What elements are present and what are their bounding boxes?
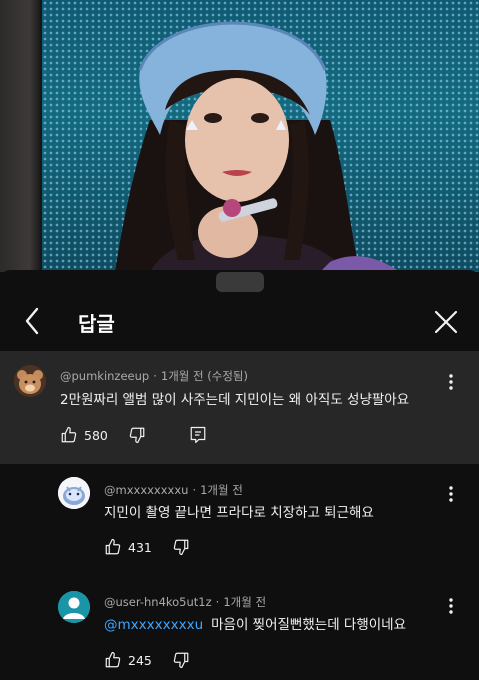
like-count: 431 bbox=[128, 539, 152, 555]
reply-body: 마음이 찢어질뻔했는데 다행이네요 bbox=[211, 617, 407, 633]
comment-text: 지민이 촬영 끝나면 프라다로 치장하고 퇴근해요 bbox=[104, 505, 374, 521]
more-vert-icon[interactable] bbox=[446, 597, 456, 615]
like-button[interactable]: 245 bbox=[104, 651, 152, 669]
close-icon[interactable] bbox=[432, 308, 460, 336]
avatar[interactable] bbox=[58, 591, 90, 623]
comment-author[interactable]: @mxxxxxxxxu bbox=[104, 483, 188, 497]
comment-text: @mxxxxxxxxu 마음이 찢어질뻔했는데 다행이네요 bbox=[104, 613, 406, 633]
comment-author[interactable]: @pumkinzeeup bbox=[60, 369, 149, 383]
like-button[interactable]: 580 bbox=[60, 426, 108, 444]
thumb-up-icon bbox=[60, 426, 78, 444]
comment-meta: @pumkinzeeup · 1개월 전 (수정됨) bbox=[60, 369, 248, 383]
performer-image bbox=[115, 21, 400, 272]
chevron-left-icon[interactable] bbox=[20, 306, 46, 336]
comment-text: 2만원짜리 앨범 많이 사주는데 지민이는 왜 아직도 성냥팔아요 bbox=[60, 392, 410, 408]
comment-time: 1개월 전 bbox=[160, 369, 204, 383]
page-title: 답글 bbox=[78, 312, 115, 336]
mention-link[interactable]: @mxxxxxxxxu bbox=[104, 617, 203, 633]
avatar[interactable] bbox=[14, 365, 46, 397]
parent-comment: @pumkinzeeup · 1개월 전 (수정됨) 2만원짜리 앨범 많이 사주는… bbox=[0, 351, 479, 464]
comment-author[interactable]: @user-hn4ko5ut1z bbox=[104, 595, 212, 609]
thumb-up-icon bbox=[104, 538, 122, 556]
like-button[interactable]: 431 bbox=[104, 538, 152, 556]
thumb-down-icon[interactable] bbox=[172, 538, 190, 556]
like-count: 580 bbox=[84, 427, 108, 443]
avatar[interactable] bbox=[58, 477, 90, 509]
thumb-down-icon[interactable] bbox=[172, 651, 190, 669]
thumb-up-icon bbox=[104, 651, 122, 669]
more-vert-icon[interactable] bbox=[446, 373, 456, 391]
replies-header: 답글 bbox=[0, 298, 479, 348]
reply-icon[interactable] bbox=[189, 425, 207, 445]
video-player[interactable] bbox=[0, 0, 479, 272]
comment-meta: @user-hn4ko5ut1z · 1개월 전 bbox=[104, 595, 267, 609]
comment-time: 1개월 전 bbox=[200, 483, 243, 497]
like-count: 245 bbox=[128, 652, 152, 668]
comment-meta: @mxxxxxxxxu · 1개월 전 bbox=[104, 483, 243, 497]
edited-label: (수정됨) bbox=[207, 369, 248, 383]
drag-handle[interactable] bbox=[216, 272, 264, 292]
more-vert-icon[interactable] bbox=[446, 485, 456, 503]
comment-time: 1개월 전 bbox=[223, 595, 267, 609]
thumb-down-icon[interactable] bbox=[128, 426, 146, 444]
